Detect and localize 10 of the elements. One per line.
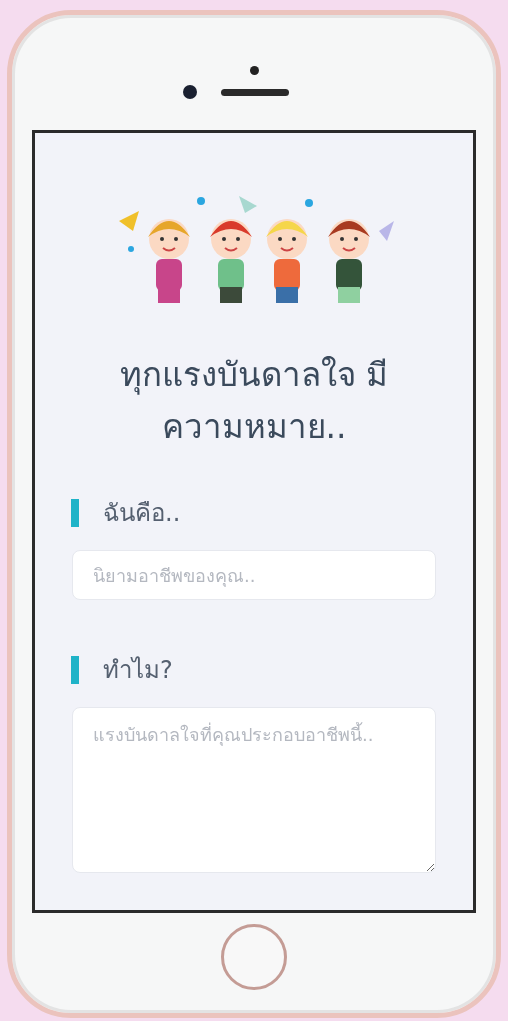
sensor-icon [249, 66, 259, 75]
label-accent-bar [71, 498, 79, 527]
text-area[interactable]: แรงบันดาลใจที่คุณประกอบอาชีพนี้.. [72, 707, 436, 873]
input-field[interactable]: นิยามอาชีพของคุณ.. [72, 550, 436, 600]
label-accent-bar [71, 655, 79, 684]
field-label: ฉันคือ.. [103, 498, 181, 529]
field-label: ทำไม? [103, 655, 173, 686]
heading: ทุกแรงบันดาลใจ มีความหมาย.. [118, 354, 390, 448]
camera-icon [183, 85, 197, 99]
speaker-icon [221, 88, 289, 96]
